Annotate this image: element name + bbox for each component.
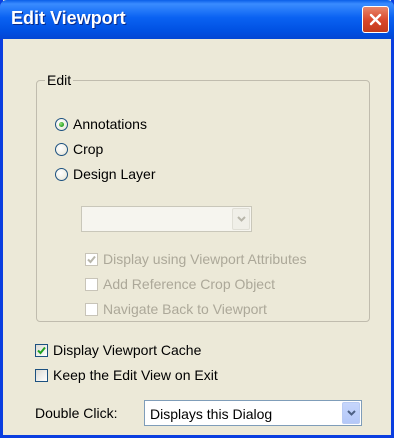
chevron-down-icon [236,216,246,222]
dropdown-button[interactable] [342,402,360,424]
radio-selected-icon[interactable] [55,117,68,131]
checkbox-display-viewport-cache[interactable]: Display Viewport Cache [35,342,201,358]
checkbox-navigate-back-label: Navigate Back to Viewport [103,301,267,317]
radio-annotations[interactable]: Annotations [55,116,147,132]
checkbox-add-reference-crop-label: Add Reference Crop Object [103,276,275,292]
double-click-select-value: Displays this Dialog [150,406,273,422]
title-bar[interactable]: Edit Viewport [0,0,394,39]
checkbox-display-viewport-attributes-label: Display using Viewport Attributes [103,251,307,267]
design-layer-select[interactable] [81,206,252,232]
chevron-down-icon [346,410,356,416]
checkbox-unchecked-icon[interactable] [35,368,48,382]
radio-unselected-icon[interactable] [55,142,68,156]
checkbox-display-viewport-cache-label: Display Viewport Cache [53,342,202,358]
radio-design-layer[interactable]: Design Layer [55,166,156,182]
dialog-title: Edit Viewport [11,8,126,28]
radio-annotations-label: Annotations [73,116,147,132]
checkbox-unchecked-icon[interactable] [85,277,98,291]
checkbox-keep-edit-view-label: Keep the Edit View on Exit [53,367,218,383]
double-click-label: Double Click: [35,405,118,421]
checkbox-navigate-back[interactable]: Navigate Back to Viewport [85,301,267,317]
close-button[interactable] [362,6,389,33]
checkbox-add-reference-crop[interactable]: Add Reference Crop Object [85,276,275,292]
close-icon [369,13,382,26]
checkbox-unchecked-icon[interactable] [85,302,98,316]
checkbox-keep-edit-view[interactable]: Keep the Edit View on Exit [35,367,218,383]
edit-group: Edit Annotations Crop Design Layer Displ… [36,72,370,322]
edit-viewport-dialog: Edit Viewport Edit Annotations Crop Desi… [0,0,394,438]
checkbox-checked-icon[interactable] [35,343,48,357]
edit-group-legend: Edit [47,72,72,88]
checkbox-checked-icon[interactable] [85,252,98,266]
radio-crop-label: Crop [73,141,104,157]
radio-crop[interactable]: Crop [55,141,103,157]
radio-unselected-icon[interactable] [55,167,68,181]
dropdown-button[interactable] [232,208,250,230]
double-click-select[interactable]: Displays this Dialog [144,400,362,426]
checkbox-display-viewport-attributes[interactable]: Display using Viewport Attributes [85,251,307,267]
radio-design-layer-label: Design Layer [73,166,156,182]
